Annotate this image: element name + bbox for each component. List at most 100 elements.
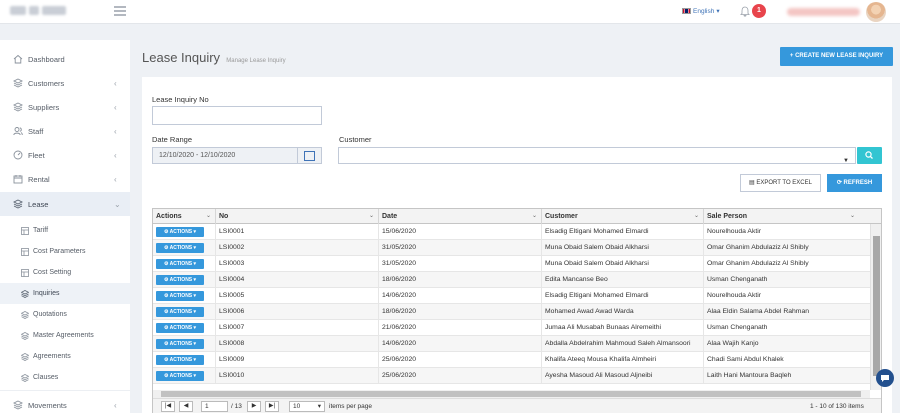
search-button[interactable] <box>857 147 882 164</box>
sidebar-item-lease[interactable]: Lease ⌄ <box>0 192 130 216</box>
actions-cell: ⚙ ACTIONS ▾ <box>153 288 216 304</box>
page-header: Lease Inquiry Manage Lease Inquiry <box>142 50 286 65</box>
sidebar-item-dashboard[interactable]: Dashboard <box>0 47 130 71</box>
actions-button[interactable]: ⚙ ACTIONS ▾ <box>156 307 204 317</box>
sidebar-subitem-label: Clauses <box>33 374 59 381</box>
page-number-input[interactable]: 1 <box>201 401 228 412</box>
table-row[interactable]: ⚙ ACTIONS ▾ LSI0006 18/06/2020 Mohamed A… <box>153 304 870 320</box>
date-range-input[interactable]: 12/10/2020 - 12/10/2020 <box>152 147 298 164</box>
actions-button[interactable]: ⚙ ACTIONS ▾ <box>156 243 204 253</box>
menu-toggle-icon[interactable] <box>114 6 126 16</box>
table-row[interactable]: ⚙ ACTIONS ▾ LSI0005 14/06/2020 Elsadig E… <box>153 288 870 304</box>
actions-button[interactable]: ⚙ ACTIONS ▾ <box>156 323 204 333</box>
sidebar-item-movements[interactable]: Movements ‹ <box>0 393 130 413</box>
layers-icon <box>21 289 29 298</box>
chat-icon <box>881 375 889 382</box>
no-cell: LSI0002 <box>216 240 379 256</box>
sidebar-subitem-label: Agreements <box>33 353 71 360</box>
page-size-select[interactable]: 10 ▾ <box>289 401 325 412</box>
no-cell: LSI0006 <box>216 304 379 320</box>
chevron-down-icon: ▾ <box>716 8 720 15</box>
sidebar-subitem-quotations[interactable]: Quotations <box>0 304 130 325</box>
layers-icon <box>13 78 23 88</box>
table-row[interactable]: ⚙ ACTIONS ▾ LSI0008 14/06/2020 Abdalla A… <box>153 336 870 352</box>
prev-page-button[interactable]: ◀ <box>179 401 193 412</box>
chevron-left-icon: ‹ <box>114 400 117 410</box>
sidebar-item-staff[interactable]: Staff ‹ <box>0 119 130 143</box>
table-row[interactable]: ⚙ ACTIONS ▾ LSI0002 31/05/2020 Muna Obai… <box>153 240 870 256</box>
column-header-date[interactable]: Date ⌄ <box>379 209 542 224</box>
chevron-down-icon: ▾ <box>192 325 197 331</box>
horizontal-scrollbar[interactable] <box>153 390 870 398</box>
company-logo[interactable] <box>10 6 72 17</box>
actions-button[interactable]: ⚙ ACTIONS ▾ <box>156 259 204 269</box>
table-row[interactable]: ⚙ ACTIONS ▾ LSI0010 25/06/2020 Ayesha Ma… <box>153 368 870 384</box>
scrollbar-thumb[interactable] <box>161 391 861 397</box>
customer-cell: Khalifa Ateeq Mousa Khalifa Almheiri <box>542 352 704 368</box>
sale-person-cell: Nourelhouda Aktir <box>707 228 762 235</box>
notification-badge[interactable]: 1 <box>752 4 766 18</box>
sale-person-cell: Laith Hani Mantoura Baqleh <box>707 372 792 379</box>
column-header-sale-person[interactable]: Sale Person ⌄ <box>704 209 859 224</box>
sidebar-item-label: Fleet <box>28 150 45 160</box>
chevron-down-icon[interactable]: ⌄ <box>206 209 211 224</box>
customer-cell: Abdalla Abdelrahim Mahmoud Saleh Almanso… <box>542 336 704 352</box>
sidebar-subitem-clauses[interactable]: Clauses <box>0 367 130 388</box>
sidebar-subitem-agreements[interactable]: Agreements <box>0 346 130 367</box>
chevron-down-icon[interactable]: ⌄ <box>694 209 699 224</box>
sidebar-item-customers[interactable]: Customers ‹ <box>0 71 130 95</box>
last-page-button[interactable]: ▶| <box>265 401 279 412</box>
layers-icon <box>13 102 23 112</box>
vertical-scrollbar[interactable] <box>870 224 881 390</box>
date-cell: 25/06/2020 <box>379 352 542 368</box>
calendar-button[interactable] <box>297 147 322 164</box>
export-excel-button[interactable]: ▤ EXPORT TO EXCEL <box>740 174 821 192</box>
sidebar-subitem-inquiries[interactable]: Inquiries <box>0 283 130 304</box>
first-page-button[interactable]: |◀ <box>161 401 175 412</box>
actions-button[interactable]: ⚙ ACTIONS ▾ <box>156 291 204 301</box>
sidebar-item-suppliers[interactable]: Suppliers ‹ <box>0 95 130 119</box>
actions-button[interactable]: ⚙ ACTIONS ▾ <box>156 339 204 349</box>
sidebar-item-rental[interactable]: Rental ‹ <box>0 167 130 191</box>
actions-button[interactable]: ⚙ ACTIONS ▾ <box>156 227 204 237</box>
chevron-down-icon[interactable]: ⌄ <box>369 209 374 224</box>
scrollbar-thumb[interactable] <box>873 236 880 376</box>
table-row[interactable]: ⚙ ACTIONS ▾ LSI0004 18/06/2020 Edita Man… <box>153 272 870 288</box>
next-page-button[interactable]: ▶ <box>247 401 261 412</box>
sidebar-subitem-tariff[interactable]: Tariff <box>0 220 130 241</box>
refresh-button[interactable]: ⟳ REFRESH <box>827 174 882 192</box>
sidebar-subitem-cost-setting[interactable]: Cost Setting <box>0 262 130 283</box>
inquiry-no-input[interactable] <box>152 106 322 125</box>
chevron-down-icon[interactable]: ⌄ <box>532 209 537 224</box>
chevron-down-icon[interactable]: ⌄ <box>850 209 855 224</box>
column-header-customer[interactable]: Customer ⌄ <box>542 209 704 224</box>
actions-label: ACTIONS <box>169 261 193 267</box>
sidebar-subitem-master-agreements[interactable]: Master Agreements <box>0 325 130 346</box>
sidebar-subitem-cost-parameters[interactable]: Cost Parameters <box>0 241 130 262</box>
column-header-actions[interactable]: Actions ⌄ <box>153 209 216 224</box>
table-row[interactable]: ⚙ ACTIONS ▾ LSI0003 31/05/2020 Muna Obai… <box>153 256 870 272</box>
actions-button[interactable]: ⚙ ACTIONS ▾ <box>156 371 204 381</box>
users-icon <box>13 127 23 136</box>
actions-label: ACTIONS <box>169 373 193 379</box>
language-selector[interactable]: English ▾ <box>682 7 720 15</box>
page-subtitle: Manage Lease Inquiry <box>226 58 286 64</box>
table-row[interactable]: ⚙ ACTIONS ▾ LSI0001 15/06/2020 Elsadig E… <box>153 224 870 240</box>
table-row[interactable]: ⚙ ACTIONS ▾ LSI0007 21/06/2020 Jumaa Ali… <box>153 320 870 336</box>
column-header-no[interactable]: No ⌄ <box>216 209 379 224</box>
sidebar-item-fleet[interactable]: Fleet ‹ <box>0 143 130 167</box>
customer-select[interactable]: ▼ <box>338 147 856 164</box>
create-lease-inquiry-button[interactable]: + CREATE NEW LEASE INQUIRY <box>780 47 893 66</box>
table-row[interactable]: ⚙ ACTIONS ▾ LSI0009 25/06/2020 Khalifa A… <box>153 352 870 368</box>
actions-button[interactable]: ⚙ ACTIONS ▾ <box>156 275 204 285</box>
avatar[interactable] <box>866 2 886 22</box>
sale-person-cell: Alaa Wajih Kanjo <box>707 340 759 347</box>
customer-cell: Elsadig Eltigani Mohamed Elmardi <box>542 288 704 304</box>
total-pages: / 13 <box>231 403 242 410</box>
bell-icon[interactable] <box>740 6 750 17</box>
user-name[interactable] <box>787 8 860 16</box>
chat-button[interactable] <box>876 369 894 387</box>
actions-cell: ⚙ ACTIONS ▾ <box>153 368 216 384</box>
no-cell: LSI0007 <box>216 320 379 336</box>
actions-button[interactable]: ⚙ ACTIONS ▾ <box>156 355 204 365</box>
